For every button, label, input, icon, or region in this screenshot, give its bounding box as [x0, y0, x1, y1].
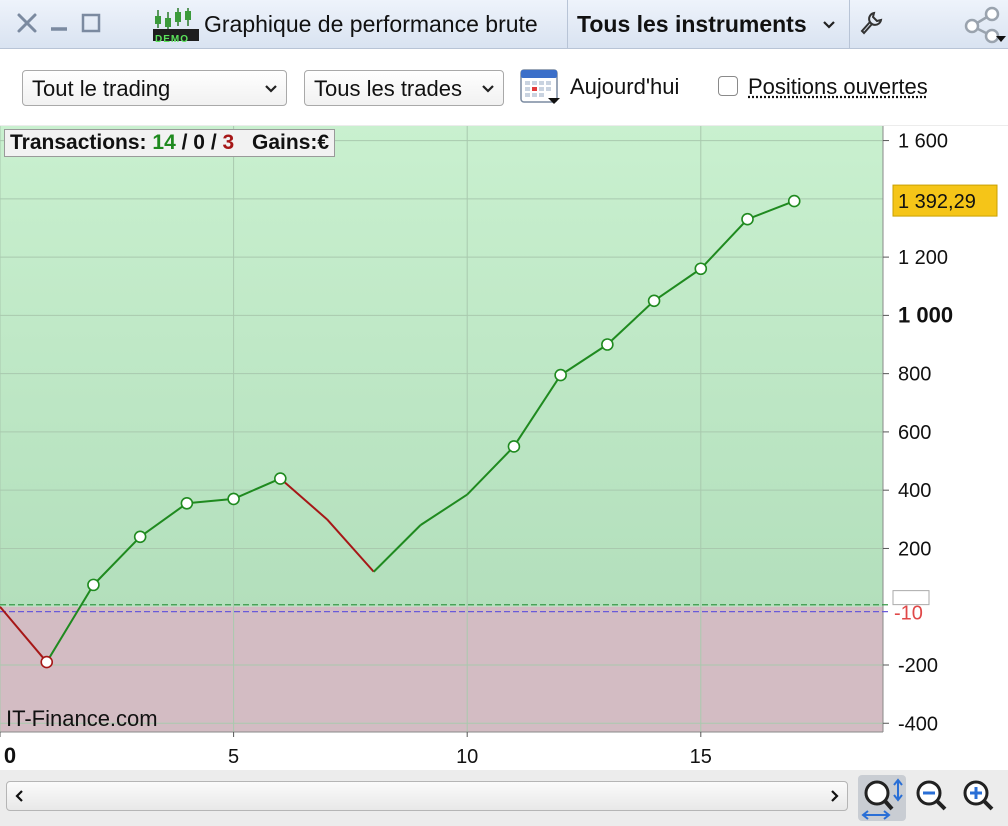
transactions-label: Transactions:	[10, 131, 147, 154]
data-point	[87, 578, 100, 592]
even-count: 0	[193, 131, 205, 154]
y-tick-label: 600	[898, 422, 931, 444]
zoom-fit-icon	[861, 778, 903, 820]
y-tick-label: 1 000	[898, 302, 953, 327]
trading-select-value: Tout le trading	[32, 76, 171, 101]
data-point	[133, 530, 147, 544]
data-point	[787, 194, 801, 208]
share-icon[interactable]	[962, 6, 1008, 44]
data-point	[741, 212, 754, 226]
zoom-in-button[interactable]	[956, 775, 1002, 821]
open-positions-label[interactable]: Positions ouvertes	[748, 74, 928, 100]
title-separator	[567, 0, 568, 48]
y-tick-label: -400	[898, 713, 938, 735]
y-tick-label: 200	[898, 538, 931, 560]
scroll-left-icon[interactable]	[13, 782, 27, 810]
gains-label: Gains:	[252, 131, 318, 154]
instruments-label: Tous les instruments	[577, 11, 807, 37]
data-point	[694, 262, 708, 276]
zoom-fit-button[interactable]	[858, 775, 906, 821]
x-tick-label: 15	[690, 746, 712, 768]
trading-select[interactable]: Tout le trading	[22, 70, 287, 106]
data-point	[227, 492, 240, 506]
horizontal-scrollbar[interactable]	[0, 771, 856, 826]
chart-svg: 1 600 1 200 1 000 800 600 400 200 -200 -400 0 5 10 1…	[0, 126, 998, 768]
x-tick-label: 10	[456, 746, 478, 768]
x-tick-label: 0	[4, 743, 16, 768]
data-point	[274, 472, 287, 485]
zoom-controls	[856, 771, 1008, 826]
window-title: Graphique de performance brute	[204, 11, 538, 37]
profit-zone	[0, 126, 883, 607]
title-separator	[849, 0, 850, 48]
scroll-right-icon[interactable]	[827, 782, 841, 810]
y-tick-label: 800	[898, 364, 931, 386]
scroll-track[interactable]	[6, 781, 848, 811]
transactions-summary: Transactions: 14 / 0 / 3 Gains:€	[4, 129, 336, 157]
zoom-in-icon	[963, 780, 994, 811]
last-value-label: 1 392,29	[898, 191, 976, 213]
data-point	[554, 368, 567, 382]
trades-select-value: Tous les trades	[314, 76, 462, 101]
close-icon[interactable]	[12, 8, 42, 38]
demo-badge: DEMO	[155, 34, 189, 45]
y-tick-label: 1 600	[898, 131, 948, 153]
x-tick-label: 5	[228, 746, 239, 768]
performance-chart: 1 600 1 200 1 000 800 600 400 200 -200 -400 0 5 10 1…	[0, 126, 1008, 770]
open-positions-checkbox[interactable]	[718, 76, 738, 96]
currency-symbol: €	[317, 131, 330, 154]
wins-count: 14	[152, 131, 176, 154]
date-label[interactable]: Aujourd'hui	[570, 74, 679, 100]
baseline-label: -10	[894, 603, 923, 625]
watermark: IT-Finance.com	[6, 706, 158, 731]
data-point	[180, 496, 194, 510]
data-point	[40, 655, 54, 669]
y-tick-label: -200	[898, 655, 938, 677]
wrench-icon[interactable]	[856, 8, 886, 38]
y-tick-label: 400	[898, 480, 931, 502]
stats-separator: /	[210, 131, 217, 154]
zoom-out-icon	[916, 780, 947, 811]
demo-chart-icon: DEMO	[152, 6, 200, 45]
title-bar: DEMO Graphique de performance brute Tous…	[0, 0, 1008, 49]
minimize-icon[interactable]	[46, 8, 72, 38]
data-point	[647, 294, 661, 308]
data-point	[601, 338, 614, 351]
maximize-icon[interactable]	[78, 8, 104, 38]
chevron-down-icon	[265, 85, 277, 93]
instruments-dropdown[interactable]: Tous les instruments	[577, 0, 843, 48]
calendar-icon[interactable]	[520, 66, 562, 106]
data-point	[507, 440, 521, 453]
chevron-down-icon	[482, 85, 494, 93]
zoom-out-button[interactable]	[910, 775, 954, 821]
losses-count: 3	[222, 131, 235, 154]
y-tick-label: 1 200	[898, 247, 948, 269]
stats-separator: /	[181, 131, 188, 154]
chevron-down-icon	[823, 21, 835, 29]
trades-select[interactable]: Tous les trades	[304, 70, 504, 106]
